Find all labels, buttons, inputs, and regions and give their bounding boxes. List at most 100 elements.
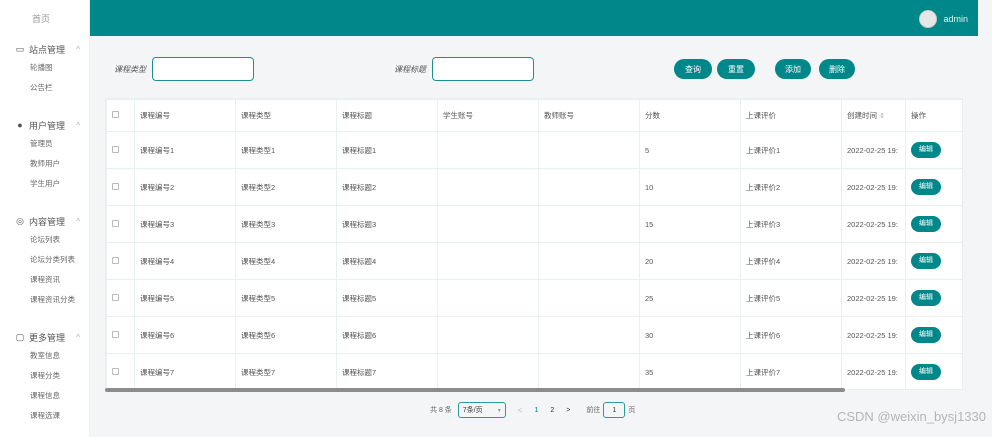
avatar[interactable] (919, 10, 938, 28)
column-header: 课程类型 (235, 99, 337, 132)
sort-icon[interactable]: ⇕ (879, 113, 885, 120)
table-cell-score: 25 (639, 279, 741, 317)
user-menu[interactable]: admin (919, 10, 968, 28)
next-page-button[interactable]: > (566, 407, 570, 414)
content-icon: ◎ (16, 215, 24, 226)
sidebar-group-users-header[interactable]: ● 用户管理 ^ (0, 116, 89, 134)
sidebar-group-label: 用户管理 (29, 120, 66, 131)
sidebar-item-forum-list[interactable]: 论坛列表 (0, 230, 89, 250)
goto-suffix: 页 (628, 407, 636, 414)
goto-page-input[interactable]: 1 (603, 402, 626, 418)
table-cell-type: 课程类型2 (235, 168, 337, 206)
column-header: 课程编号 (134, 99, 236, 132)
sidebar-home[interactable]: 首页 (32, 12, 50, 25)
table-cell-created: 2022-02-25 19: (841, 242, 906, 280)
sidebar-item-course-news-category[interactable]: 课程资讯分类 (0, 290, 89, 310)
actions-cell: 编辑 (905, 168, 962, 206)
table-row: 课程编号7 课程类型7 课程标题7 35 上课评价7 2022-02-25 19: 编辑 (106, 353, 962, 389)
edit-button[interactable]: 编辑 (911, 216, 941, 232)
sidebar-group-users: ● 用户管理 ^ 管理员 教师用户 学生用户 (0, 116, 89, 194)
sidebar-group-site-header[interactable]: ▭ 站点管理 ^ (0, 40, 89, 58)
sidebar-item-course-news[interactable]: 课程资讯 (0, 270, 89, 290)
table-cell-code: 课程编号1 (134, 131, 236, 169)
chevron-down-icon: ▾ (497, 407, 501, 414)
edit-button[interactable]: 编辑 (911, 364, 941, 380)
top-bar: admin (90, 0, 978, 36)
row-checkbox[interactable] (112, 293, 119, 301)
sidebar-item-forum-category[interactable]: 论坛分类列表 (0, 250, 89, 270)
sidebar-item-student-user[interactable]: 学生用户 (0, 174, 89, 194)
table-row: 课程编号4 课程类型4 课程标题4 20 上课评价4 2022-02-25 19: 编辑 (106, 242, 962, 280)
table-cell-code: 课程编号4 (134, 242, 236, 280)
row-checkbox[interactable] (112, 330, 119, 338)
sidebar-item-notice[interactable]: 公告栏 (0, 78, 89, 98)
sidebar-item-teacher-user[interactable]: 教师用户 (0, 154, 89, 174)
course-title-input[interactable] (432, 57, 534, 81)
sidebar-item-admin[interactable]: 管理员 (0, 134, 89, 154)
reset-button[interactable]: 重置 (717, 59, 755, 79)
page-size-select[interactable]: 7条/页 ▾ (457, 402, 506, 418)
table-cell-score: 10 (639, 168, 741, 206)
page-button-1[interactable]: 1 (534, 407, 538, 414)
row-checkbox[interactable] (112, 219, 119, 227)
row-checkbox[interactable] (112, 182, 119, 190)
row-checkbox[interactable] (112, 256, 119, 264)
sidebar-group-more-header[interactable]: ▢ 更多管理 ^ (0, 328, 89, 346)
sidebar-item-carousel[interactable]: 轮播图 (0, 58, 89, 78)
edit-button[interactable]: 编辑 (911, 179, 941, 195)
table-header-row: 课程编号 课程类型 课程标题 学生账号 教师账号 分数 上课评价 创建时间 ⇕ 操… (106, 99, 962, 132)
sidebar-group-label: 站点管理 (29, 44, 66, 55)
table-cell-type: 课程类型4 (235, 242, 337, 280)
table-cell-code: 课程编号2 (134, 168, 236, 206)
table-cell-student (437, 279, 539, 317)
table-cell-title: 课程标题4 (336, 242, 438, 280)
course-title-label: 课程标题 (394, 65, 426, 74)
actions-cell: 编辑 (905, 316, 962, 354)
row-checkbox[interactable] (112, 145, 119, 153)
sidebar-item-classroom[interactable]: 教室信息 (0, 346, 89, 366)
sidebar-item-course-info[interactable]: 课程信息 (0, 386, 89, 406)
table-cell-created: 2022-02-25 19: (841, 205, 906, 243)
row-select-cell (106, 242, 135, 280)
edit-button[interactable]: 编辑 (911, 327, 941, 343)
table-cell-eval: 上课评价2 (740, 168, 842, 206)
column-header: 操作 (905, 99, 962, 132)
table-cell-code: 课程编号5 (134, 279, 236, 317)
table-cell-title: 课程标题7 (336, 353, 438, 389)
delete-button[interactable]: 删除 (819, 59, 855, 79)
table-cell-score: 5 (639, 131, 741, 169)
chevron-up-icon: ^ (76, 216, 80, 226)
page-button-2[interactable]: 2 (550, 407, 554, 414)
table-row: 课程编号5 课程类型5 课程标题5 25 上课评价5 2022-02-25 19: 编辑 (106, 279, 962, 317)
row-select-cell (106, 205, 135, 243)
edit-button[interactable]: 编辑 (911, 290, 941, 306)
table-cell-teacher (538, 279, 640, 317)
column-header: 分数 (639, 99, 741, 132)
edit-button[interactable]: 编辑 (911, 142, 941, 158)
column-header-created[interactable]: 创建时间 ⇕ (841, 99, 906, 132)
sidebar-group-content-header[interactable]: ◎ 内容管理 ^ (0, 212, 89, 230)
add-button[interactable]: 添加 (775, 59, 811, 79)
horizontal-scrollbar[interactable] (105, 388, 845, 392)
prev-page-button[interactable]: < (518, 406, 523, 415)
table-cell-created: 2022-02-25 19: (841, 316, 906, 354)
select-all-cell (106, 99, 135, 132)
table-cell-title: 课程标题6 (336, 316, 438, 354)
course-type-input[interactable] (152, 57, 254, 81)
sidebar-item-course-selection[interactable]: 课程选课 (0, 406, 89, 426)
table-cell-teacher (538, 353, 640, 389)
edit-button[interactable]: 编辑 (911, 253, 941, 269)
table-cell-title: 课程标题3 (336, 205, 438, 243)
table-cell-code: 课程编号7 (134, 353, 236, 389)
query-button[interactable]: 查询 (674, 59, 712, 79)
table-row: 课程编号6 课程类型6 课程标题6 30 上课评价6 2022-02-25 19: 编辑 (106, 316, 962, 354)
user-icon: ● (17, 120, 23, 130)
pagination-total: 共 8 条 (430, 407, 452, 414)
column-header-label: 创建时间 (847, 111, 877, 120)
row-select-cell (106, 168, 135, 206)
row-checkbox[interactable] (112, 367, 119, 375)
select-all-checkbox[interactable] (112, 111, 119, 118)
sidebar-item-course-category[interactable]: 课程分类 (0, 366, 89, 386)
table-cell-title: 课程标题2 (336, 168, 438, 206)
row-select-cell (106, 353, 135, 389)
